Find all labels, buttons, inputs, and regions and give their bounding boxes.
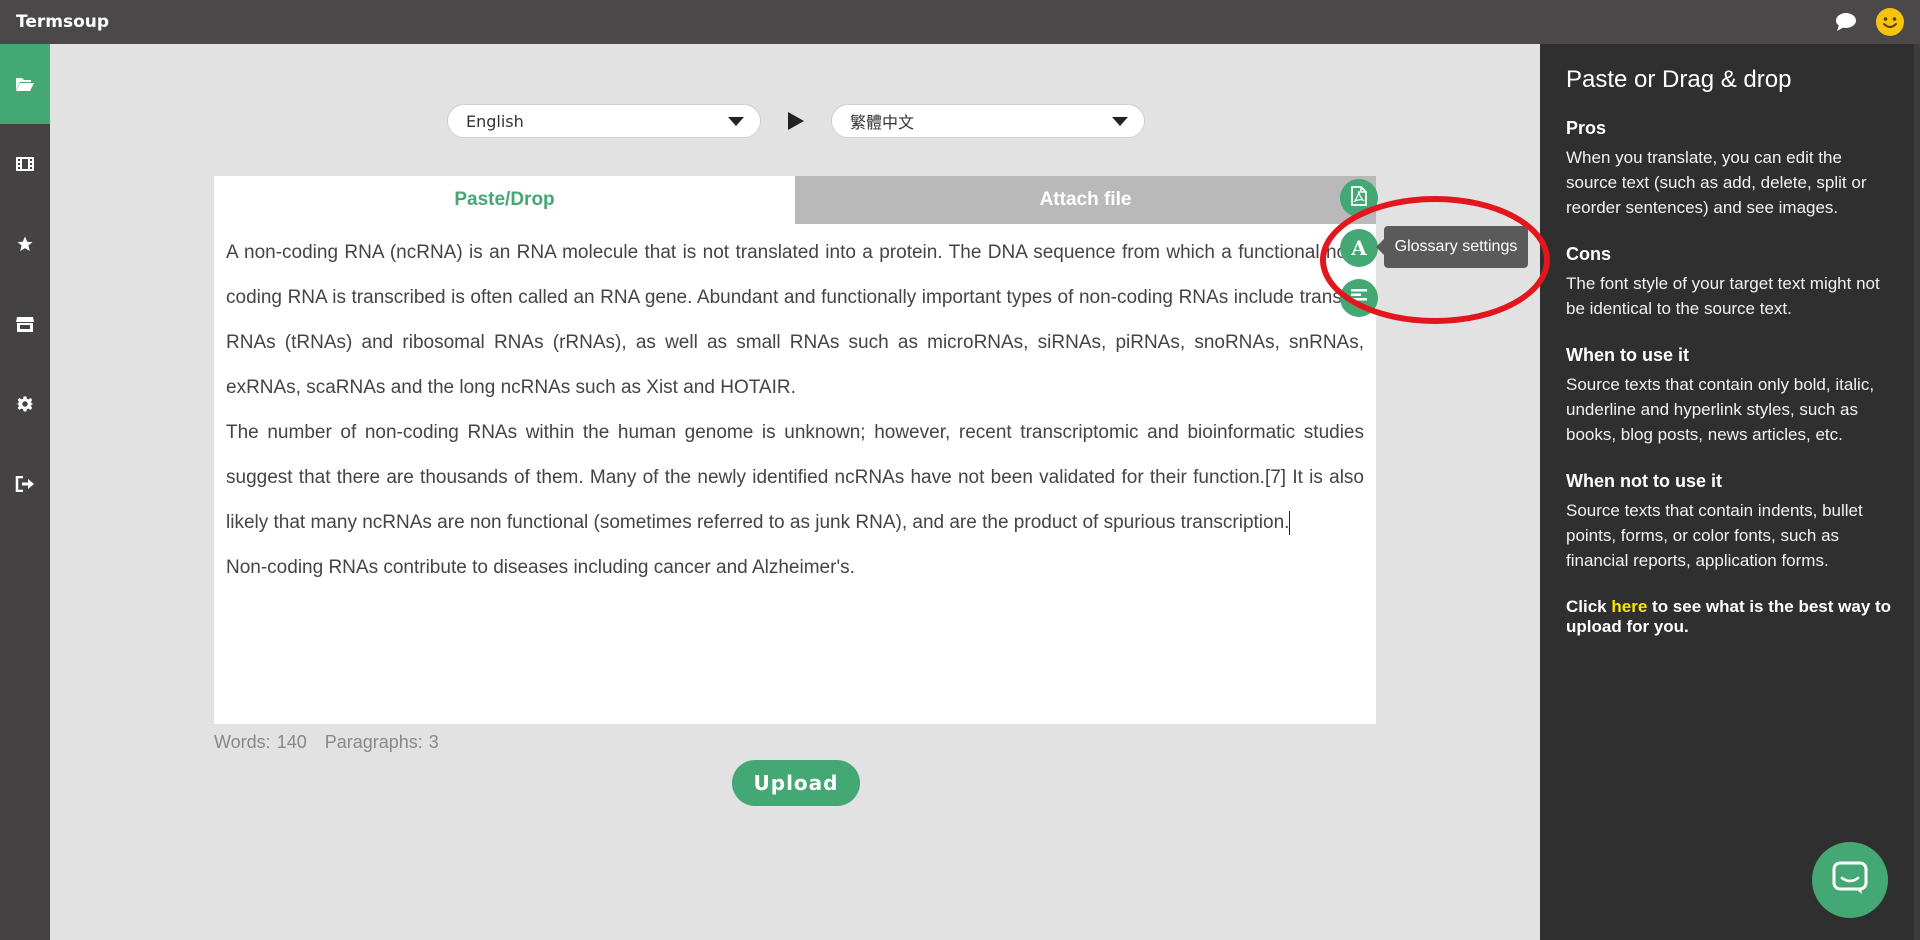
folder-open-icon bbox=[15, 76, 35, 92]
pdf-file-icon bbox=[1351, 185, 1367, 211]
chat-support-icon bbox=[1832, 861, 1868, 900]
chevron-down-icon bbox=[728, 116, 744, 126]
source-language-select[interactable]: English bbox=[447, 104, 761, 138]
word-count: Words: 140 bbox=[214, 732, 307, 753]
pdf-file-button[interactable] bbox=[1340, 179, 1378, 217]
help-panel: Paste or Drag & drop Pros When you trans… bbox=[1540, 44, 1920, 940]
app-title: Termsoup bbox=[16, 12, 110, 32]
chevron-down-icon bbox=[1112, 116, 1128, 126]
chat-bubble-icon[interactable] bbox=[1834, 10, 1858, 34]
play-arrow-icon bbox=[761, 104, 831, 138]
smiley-icon[interactable] bbox=[1876, 8, 1904, 36]
cons-title: Cons bbox=[1566, 244, 1611, 264]
help-link-prefix: Click bbox=[1566, 597, 1607, 616]
help-link-line: Click here to see what is the best way t… bbox=[1566, 597, 1894, 637]
star-icon bbox=[16, 235, 34, 253]
word-count-label: Words: bbox=[214, 732, 271, 752]
source-text-area[interactable]: A non-coding RNA (ncRNA) is an RNA molec… bbox=[214, 224, 1376, 590]
sidebar-item-files[interactable] bbox=[0, 44, 50, 124]
sign-out-icon bbox=[15, 476, 35, 492]
when-not-to-use-text: Source texts that contain indents, bulle… bbox=[1566, 501, 1863, 570]
panel-title: Paste or Drag & drop bbox=[1566, 66, 1792, 93]
cons-text: The font style of your target text might… bbox=[1566, 274, 1880, 318]
help-link[interactable]: here bbox=[1611, 597, 1647, 616]
tab-attach-file[interactable]: Attach file bbox=[795, 176, 1376, 224]
paragraph-count: Paragraphs: 3 bbox=[325, 732, 439, 753]
main-area: English 繁體中文 Paste/Drop Attach file A no… bbox=[50, 44, 1540, 940]
sidebar-item-settings[interactable] bbox=[0, 364, 50, 444]
word-count-value: 140 bbox=[276, 732, 307, 752]
target-language-select[interactable]: 繁體中文 bbox=[831, 104, 1145, 138]
text-stats: Words: 140 Paragraphs: 3 bbox=[214, 732, 439, 753]
panel-scrollbar[interactable] bbox=[1914, 44, 1920, 940]
source-language-value: English bbox=[466, 111, 524, 131]
sidebar-item-logout[interactable] bbox=[0, 444, 50, 524]
paragraph-text: The number of non-coding RNAs within the… bbox=[226, 422, 1364, 533]
target-language-value: 繁體中文 bbox=[850, 113, 915, 132]
tab-paste-drop[interactable]: Paste/Drop bbox=[214, 176, 795, 224]
source-editor: Paste/Drop Attach file A non-coding RNA … bbox=[214, 176, 1376, 724]
sidebar-item-media[interactable] bbox=[0, 124, 50, 204]
sidebar-item-favorites[interactable] bbox=[0, 204, 50, 284]
upload-mode-tabs: Paste/Drop Attach file bbox=[214, 176, 1376, 224]
when-to-use-title: When to use it bbox=[1566, 345, 1689, 365]
gear-icon bbox=[16, 395, 34, 413]
when-not-to-use-title: When not to use it bbox=[1566, 471, 1722, 491]
support-chat-button[interactable] bbox=[1812, 842, 1888, 918]
align-left-icon bbox=[1350, 288, 1368, 309]
upload-button[interactable]: Upload bbox=[732, 760, 860, 806]
pros-text: When you translate, you can edit the sou… bbox=[1566, 148, 1867, 217]
align-text-button[interactable] bbox=[1340, 279, 1378, 317]
paragraph: Non-coding RNAs contribute to diseases i… bbox=[226, 557, 855, 578]
glossary-tooltip: Glossary settings bbox=[1376, 226, 1528, 268]
when-to-use-text: Source texts that contain only bold, ita… bbox=[1566, 375, 1875, 444]
glossary-icon: A bbox=[1351, 236, 1367, 260]
text-cursor bbox=[1289, 510, 1291, 535]
glossary-settings-button[interactable]: A bbox=[1340, 229, 1378, 267]
store-icon bbox=[15, 315, 35, 333]
top-right-actions bbox=[1834, 8, 1904, 36]
sidebar-item-store[interactable] bbox=[0, 284, 50, 364]
paragraph: The number of non-coding RNAs within the… bbox=[226, 410, 1364, 545]
top-bar: Termsoup bbox=[0, 0, 1920, 44]
paragraph: A non-coding RNA (ncRNA) is an RNA molec… bbox=[226, 242, 1364, 398]
paragraph-count-label: Paragraphs: bbox=[324, 732, 423, 752]
language-selector-row: English 繁體中文 bbox=[447, 104, 1145, 138]
sidebar bbox=[0, 44, 50, 940]
pros-title: Pros bbox=[1566, 118, 1607, 138]
paragraph-count-value: 3 bbox=[428, 732, 439, 752]
film-icon bbox=[15, 156, 35, 172]
